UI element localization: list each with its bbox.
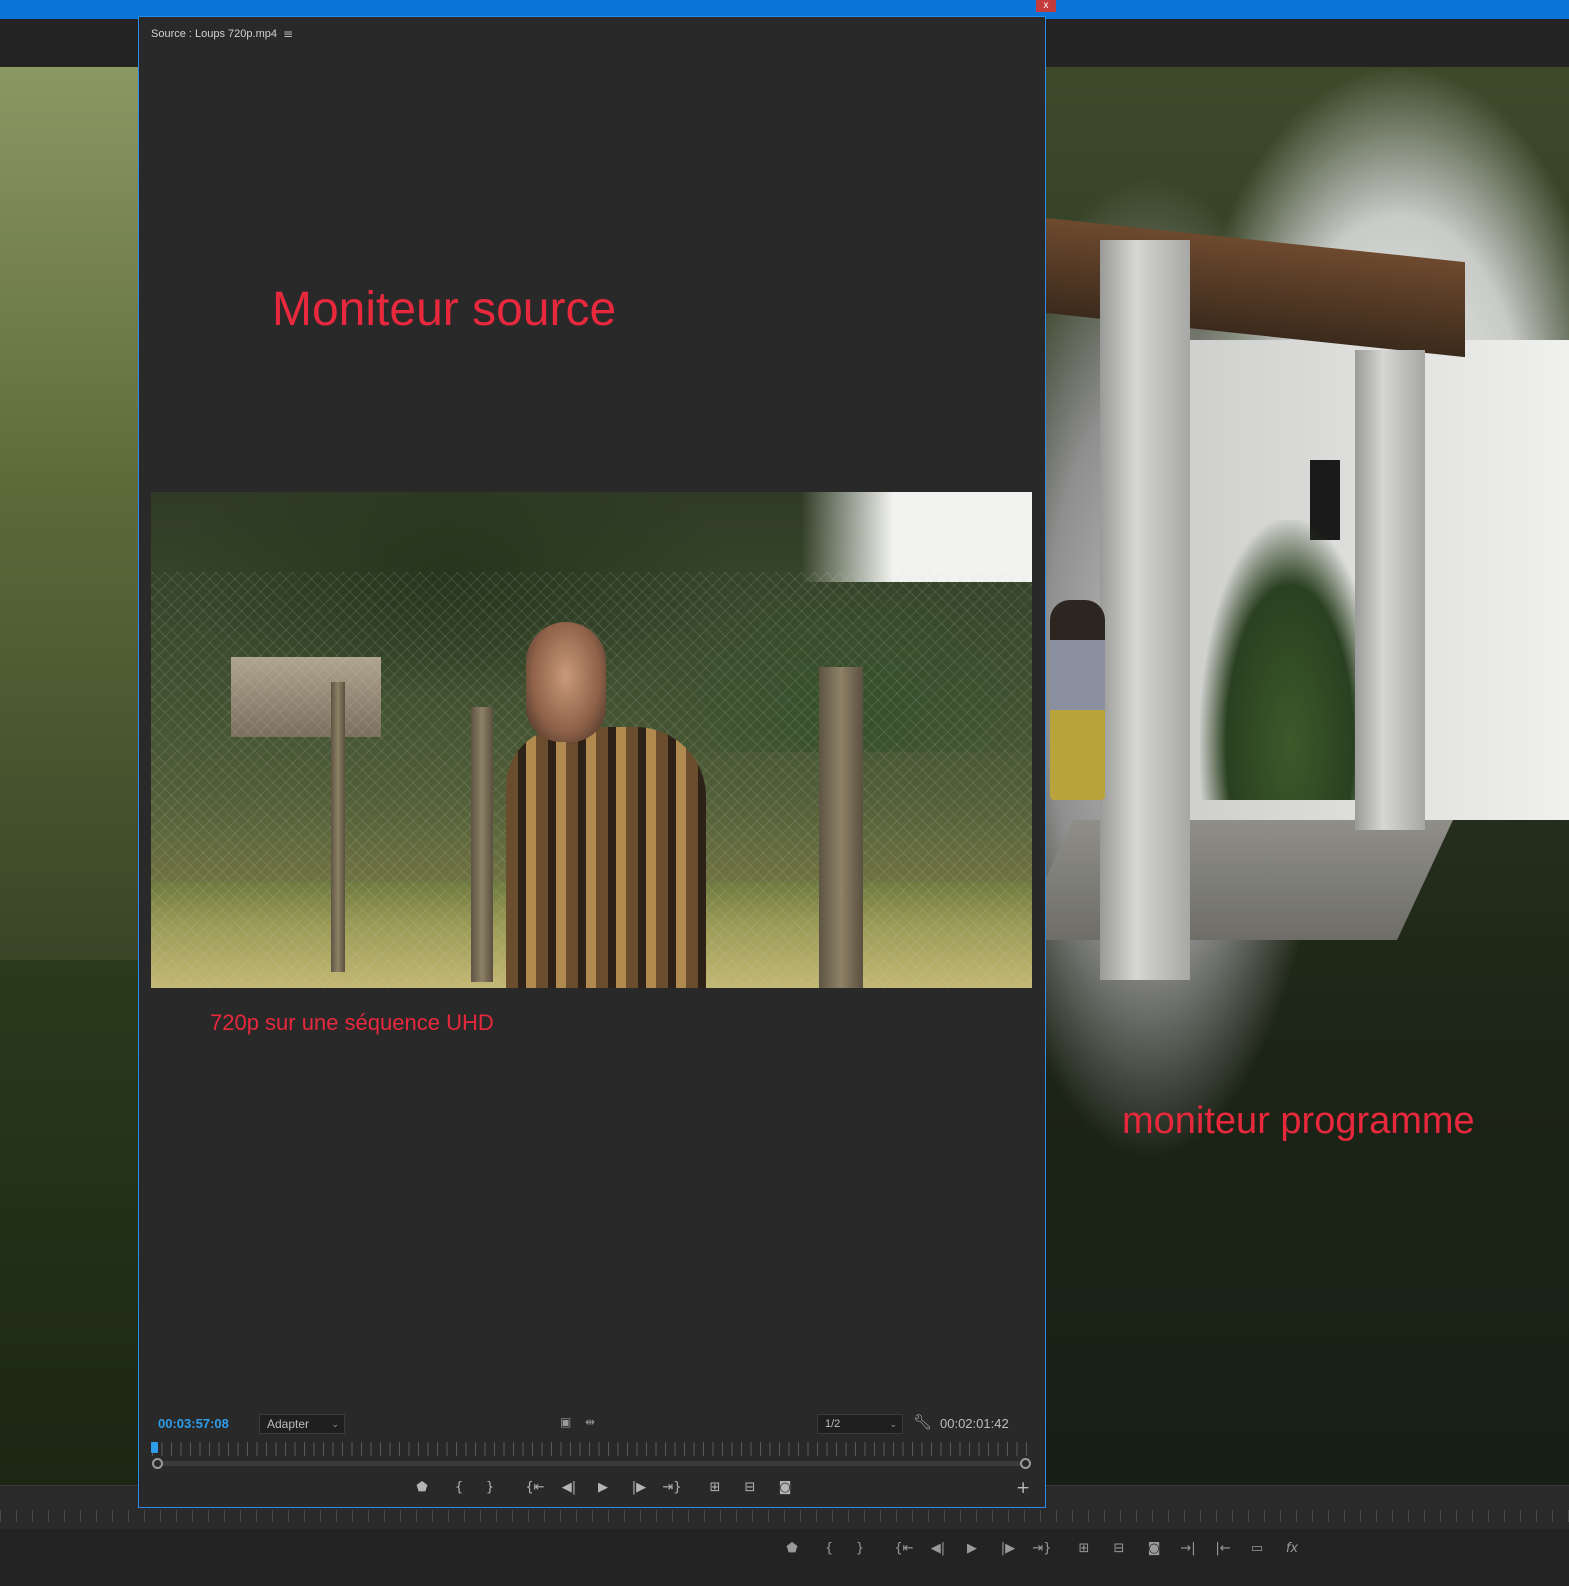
wrench-icon[interactable]: 🔧︎ bbox=[913, 1413, 932, 1431]
scrollbar-handle-left[interactable] bbox=[152, 1458, 163, 1469]
play-icon[interactable]: ▶ bbox=[961, 1540, 983, 1558]
drag-video-only-icon[interactable]: ▣ bbox=[560, 1415, 574, 1431]
video-person-body bbox=[506, 727, 706, 988]
source-duration-timecode: 00:02:01:42 bbox=[940, 1416, 1009, 1431]
program-video-pillar bbox=[1100, 240, 1190, 980]
step-forward-icon[interactable]: |▶ bbox=[627, 1478, 651, 1498]
program-video-person bbox=[1050, 600, 1105, 800]
source-video-caption: 720p sur une séquence UHD bbox=[210, 1010, 494, 1035]
mark-in-icon[interactable]: { bbox=[447, 1478, 471, 1498]
source-video-frame bbox=[151, 492, 1032, 988]
source-time-ruler[interactable] bbox=[152, 1442, 1030, 1456]
previous-edit-icon[interactable]: |← bbox=[1212, 1540, 1234, 1558]
comparison-view-icon[interactable]: ▭ bbox=[1246, 1540, 1268, 1558]
go-to-out-icon[interactable]: ⇥} bbox=[1031, 1540, 1053, 1558]
mark-out-icon[interactable]: } bbox=[478, 1478, 502, 1498]
drag-audio-only-icon[interactable]: ⇹ bbox=[585, 1415, 601, 1431]
marker-icon[interactable]: ⬟ bbox=[781, 1540, 803, 1558]
extract-icon[interactable]: ⊟ bbox=[1108, 1540, 1130, 1558]
video-person-head bbox=[526, 622, 606, 742]
program-video-terrace bbox=[1017, 820, 1453, 940]
button-editor-add-button[interactable]: + bbox=[1016, 1478, 1030, 1498]
marker-icon[interactable]: ⬟ bbox=[410, 1478, 434, 1498]
video-fence-post bbox=[819, 667, 863, 988]
hamburger-icon[interactable]: ≡ bbox=[283, 27, 293, 41]
program-video-pillar bbox=[1355, 350, 1425, 830]
zoom-fit-select[interactable]: Adapter ⌄ bbox=[259, 1414, 345, 1434]
source-zoom-scrollbar[interactable] bbox=[158, 1461, 1024, 1466]
go-to-in-icon[interactable]: {⇤ bbox=[893, 1540, 915, 1558]
source-playhead-timecode[interactable]: 00:03:57:08 bbox=[158, 1416, 229, 1431]
video-fence-post bbox=[471, 707, 493, 982]
playback-resolution-select[interactable]: 1/2 ⌄ bbox=[817, 1414, 903, 1434]
close-button[interactable]: x bbox=[1036, 0, 1056, 12]
fx-icon[interactable]: fx bbox=[1281, 1540, 1303, 1558]
scrollbar-handle-right[interactable] bbox=[1020, 1458, 1031, 1469]
zoom-fit-value: Adapter bbox=[267, 1417, 310, 1431]
source-monitor-annotation: Moniteur source bbox=[272, 283, 617, 336]
source-playhead[interactable] bbox=[151, 1442, 158, 1453]
step-back-icon[interactable]: ◀| bbox=[557, 1478, 581, 1498]
source-monitor-tab[interactable]: Source : Loups 720p.mp4 bbox=[151, 28, 277, 40]
program-video-plant bbox=[1200, 520, 1380, 800]
program-video-lawn bbox=[0, 960, 140, 1485]
step-forward-icon[interactable]: |▶ bbox=[997, 1540, 1019, 1558]
overwrite-icon[interactable]: ⊟ bbox=[738, 1478, 762, 1498]
step-back-icon[interactable]: ◀| bbox=[927, 1540, 949, 1558]
play-icon[interactable]: ▶ bbox=[591, 1478, 615, 1498]
chevron-down-icon: ⌄ bbox=[331, 1419, 339, 1429]
export-frame-icon[interactable]: ◙ bbox=[773, 1478, 797, 1498]
program-monitor-annotation: moniteur programme bbox=[1122, 1100, 1475, 1142]
playback-resolution-value: 1/2 bbox=[825, 1418, 841, 1430]
mark-in-icon[interactable]: { bbox=[818, 1540, 840, 1558]
video-fence-post bbox=[331, 682, 345, 972]
go-to-in-icon[interactable]: {⇤ bbox=[523, 1478, 547, 1498]
video-sky bbox=[801, 492, 1032, 582]
next-edit-icon[interactable]: →| bbox=[1177, 1540, 1199, 1558]
chevron-down-icon: ⌄ bbox=[889, 1419, 897, 1429]
program-time-ruler[interactable] bbox=[0, 1510, 1569, 1522]
export-frame-icon[interactable]: ◙ bbox=[1143, 1540, 1165, 1558]
go-to-out-icon[interactable]: ⇥} bbox=[660, 1478, 684, 1498]
lift-icon[interactable]: ⊞ bbox=[1073, 1540, 1095, 1558]
mark-out-icon[interactable]: } bbox=[849, 1540, 871, 1558]
insert-icon[interactable]: ⊞ bbox=[703, 1478, 727, 1498]
